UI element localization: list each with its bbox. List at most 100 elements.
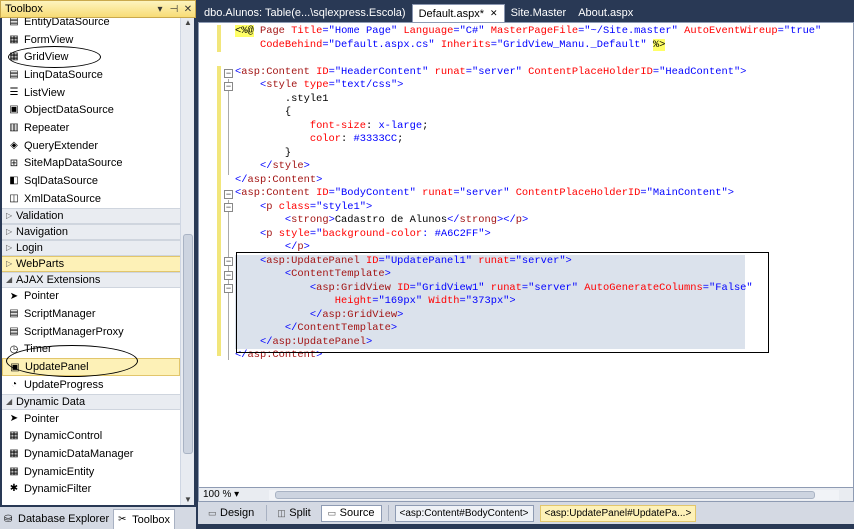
- code-line[interactable]: <style type="text/css">: [235, 79, 821, 93]
- split-view-button[interactable]: ◫ Split: [271, 505, 316, 522]
- code-line[interactable]: font-size: x-large;: [235, 120, 821, 134]
- tab-toolbox[interactable]: ✂ Toolbox: [113, 509, 176, 529]
- toolbox-item-formview[interactable]: ▦ FormView: [2, 31, 180, 49]
- pin-icon[interactable]: ⊣: [167, 4, 181, 15]
- toolbox-item-queryextender[interactable]: ◈ QueryExtender: [2, 137, 180, 155]
- toolbox-item-gridview[interactable]: ▦ GridView: [2, 48, 180, 66]
- close-tab-icon[interactable]: ✕: [490, 8, 498, 19]
- code-line[interactable]: </ContentTemplate>: [235, 322, 745, 336]
- collapse-toggle-icon[interactable]: −: [224, 284, 233, 293]
- scrollbar-thumb[interactable]: [275, 491, 815, 499]
- collapse-toggle-icon[interactable]: −: [224, 69, 233, 78]
- code-token: ="style1">: [309, 200, 373, 213]
- zoom-level[interactable]: 100 % ▾: [203, 489, 239, 500]
- code-line[interactable]: <asp:UpdatePanel ID="UpdatePanel1" runat…: [235, 254, 745, 268]
- breadcrumb-body-content[interactable]: <asp:Content#BodyContent>: [394, 504, 534, 522]
- toolbox-item-scriptmanagerproxy[interactable]: ▤ ScriptManagerProxy: [2, 323, 180, 341]
- code-token: MasterPageFile: [490, 25, 579, 37]
- toolbox-category-dynamic-data[interactable]: ◢ Dynamic Data: [2, 393, 180, 410]
- code-line[interactable]: </asp:Content>: [235, 349, 821, 363]
- code-line[interactable]: [235, 52, 821, 66]
- code-line[interactable]: <p class="style1">: [235, 201, 821, 215]
- scroll-up-icon[interactable]: ▲: [181, 18, 195, 28]
- separator: [387, 505, 389, 521]
- code-line[interactable]: }: [235, 147, 821, 161]
- collapse-toggle-icon[interactable]: −: [224, 203, 233, 212]
- code-line[interactable]: </asp:UpdatePanel>: [235, 335, 745, 349]
- toolbox-item-updateprogress[interactable]: ◔ UpdateProgress: [2, 376, 180, 394]
- code-line[interactable]: <asp:Content ID="HeaderContent" runat="s…: [235, 66, 821, 80]
- tab-about-aspx[interactable]: About.aspx: [572, 4, 639, 22]
- toolbox-item-pointer-dynamic[interactable]: ➤ Pointer: [2, 410, 180, 428]
- source-view-button[interactable]: ▭ Source: [320, 504, 382, 522]
- code-line[interactable]: CodeBehind="Default.aspx.cs" Inherits="G…: [235, 38, 821, 53]
- code-line[interactable]: Height="169px" Width="373px">: [235, 295, 745, 309]
- code-line[interactable]: </style>: [235, 160, 821, 174]
- toolbox-item-linqdatasource[interactable]: ▤ LinqDataSource: [2, 66, 180, 84]
- toolbox-item-sqldatasource[interactable]: ◧ SqlDataSource: [2, 172, 180, 190]
- toolbox-item-sitemapdatasource[interactable]: ⊞ SiteMapDataSource: [2, 155, 180, 173]
- collapse-toggle-icon[interactable]: −: [224, 82, 233, 91]
- toolbox-category-ajax-extensions[interactable]: ◢ AJAX Extensions: [2, 271, 180, 288]
- toolbox-item-xmldatasource[interactable]: ◫ XmlDataSource: [2, 190, 180, 208]
- toolbox-item-objectdatasource[interactable]: ▣ ObjectDataSource: [2, 101, 180, 119]
- collapse-toggle-icon[interactable]: −: [224, 271, 233, 280]
- code-line[interactable]: <ContentTemplate>: [235, 268, 745, 282]
- collapse-toggle-icon[interactable]: −: [224, 190, 233, 199]
- timer-icon: ◷: [9, 343, 19, 355]
- separator: [266, 505, 268, 521]
- code-editor[interactable]: − − − − − − − <%@ Page Title="Home Page"…: [198, 22, 854, 488]
- collapse-toggle-icon[interactable]: −: [224, 257, 233, 266]
- toolbox-item-pointer[interactable]: ➤ Pointer: [2, 288, 180, 306]
- close-icon[interactable]: ✕: [181, 4, 195, 15]
- code-token: ="text/css">: [328, 79, 404, 91]
- editor-gutter: − − − − − − −: [199, 23, 233, 487]
- toolbox-category-login[interactable]: ▷ Login: [2, 239, 180, 256]
- design-view-button[interactable]: ▭ Design: [202, 505, 260, 522]
- code-line[interactable]: color: #3333CC;: [235, 133, 821, 147]
- dropdown-icon[interactable]: ▾: [153, 4, 167, 15]
- code-token: ="BodyContent": [328, 187, 416, 199]
- breadcrumb-update-panel[interactable]: <asp:UpdatePanel#UpdatePa...>: [539, 504, 697, 522]
- code-line[interactable]: <asp:GridView ID="GridView1" runat="serv…: [235, 281, 753, 295]
- horizontal-scrollbar[interactable]: [269, 490, 839, 500]
- toolbox-item-timer[interactable]: ◷ Timer: [2, 341, 180, 359]
- tab-alunos-table[interactable]: dbo.Alunos: Table(e...\sqlexpress.Escola…: [198, 4, 412, 22]
- toolbox-item-dynamicentity[interactable]: ▦ DynamicEntity: [2, 463, 180, 481]
- code-token: ="HeaderContent": [328, 65, 429, 78]
- toolbox-category-webparts[interactable]: ▷ WebParts: [2, 255, 180, 272]
- code-line[interactable]: .style1: [235, 93, 821, 107]
- scroll-down-icon[interactable]: ▼: [181, 495, 195, 505]
- code-line[interactable]: <asp:Content ID="BodyContent" runat="ser…: [235, 187, 821, 201]
- toolbox-item-entitydatasource[interactable]: ▤ EntityDataSource: [2, 18, 180, 31]
- code-line[interactable]: </asp:Content>: [235, 174, 821, 188]
- code-line[interactable]: {: [235, 106, 821, 120]
- toolbox-item-repeater[interactable]: ▥ Repeater: [2, 119, 180, 137]
- toolbox-item-scriptmanager[interactable]: ▤ ScriptManager: [2, 305, 180, 323]
- code-line[interactable]: <strong>Cadastro de Alunos</strong></p>: [235, 214, 821, 228]
- tab-default-aspx[interactable]: Default.aspx* ✕: [411, 4, 505, 22]
- expand-arrow-icon: ▷: [6, 243, 13, 253]
- code-line[interactable]: </p>: [235, 241, 821, 255]
- code-content[interactable]: <%@ Page Title="Home Page" Language="C#"…: [235, 25, 821, 363]
- scrollbar-thumb[interactable]: [183, 234, 193, 454]
- toolbox-category-navigation[interactable]: ▷ Navigation: [2, 223, 180, 240]
- toolbox-scrollbar[interactable]: ▲ ▼: [180, 18, 194, 505]
- tab-site-master[interactable]: Site.Master: [505, 4, 573, 22]
- code-line[interactable]: <p style="background-color: #A6C2FF">: [235, 228, 821, 242]
- code-line[interactable]: </asp:GridView>: [235, 308, 745, 322]
- code-token: }: [235, 146, 292, 159]
- toolbox-item-dynamicdatamanager[interactable]: ▦ DynamicDataManager: [2, 445, 180, 463]
- toolbox-item-updatepanel[interactable]: ▣ UpdatePanel: [2, 358, 180, 376]
- expand-arrow-icon: ▷: [6, 211, 13, 221]
- toolbox-item-dynamiccontrol[interactable]: ▦ DynamicControl: [2, 427, 180, 445]
- code-token: </: [284, 241, 298, 253]
- code-token: CodeBehind: [259, 38, 323, 51]
- code-line[interactable]: <%@ Page Title="Home Page" Language="C#"…: [235, 25, 821, 39]
- tab-database-explorer[interactable]: ⛁ Database Explorer: [0, 509, 113, 529]
- toolbox-item-listview[interactable]: ☰ ListView: [2, 84, 180, 102]
- toolbox-item-dynamicfilter[interactable]: ✱ DynamicFilter: [2, 480, 180, 498]
- toolbox-category-validation[interactable]: ▷ Validation: [2, 207, 180, 224]
